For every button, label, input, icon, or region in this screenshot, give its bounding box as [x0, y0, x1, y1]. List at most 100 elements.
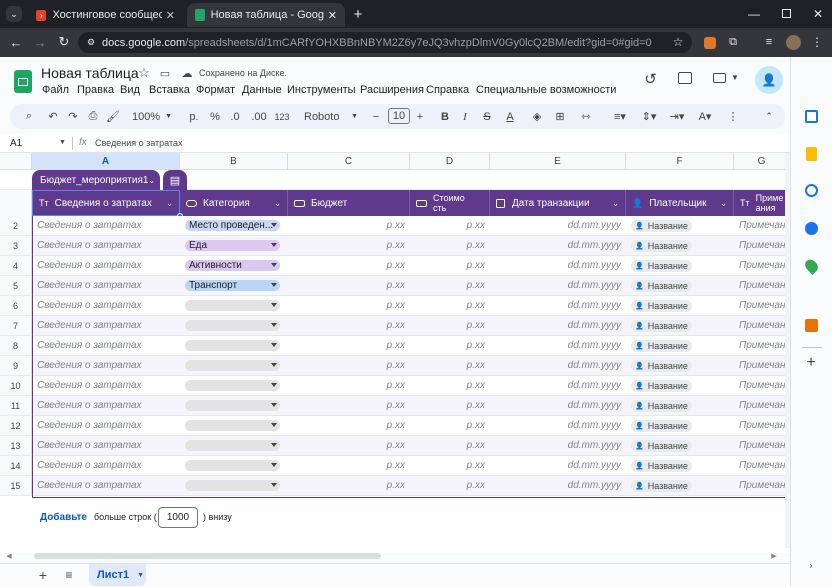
- row-header[interactable]: 9: [0, 356, 32, 376]
- transaction-date-cell[interactable]: dd.mm.yyyy: [490, 316, 626, 336]
- cost-cell[interactable]: р.хх: [410, 316, 490, 336]
- row-header[interactable]: 3: [0, 236, 32, 256]
- cost-cell[interactable]: р.хх: [410, 376, 490, 396]
- add-rows-button[interactable]: Добавьте: [40, 512, 87, 523]
- notes-cell[interactable]: Примечани: [734, 256, 790, 276]
- category-cell[interactable]: Активности: [180, 256, 288, 276]
- expense-details-cell[interactable]: Сведения о затратах: [32, 296, 180, 316]
- person-chip[interactable]: 👤 Название: [631, 379, 692, 392]
- menu-data[interactable]: Данные: [242, 84, 282, 96]
- person-chip[interactable]: 👤 Название: [631, 319, 692, 332]
- category-cell[interactable]: Место проведен...: [180, 216, 288, 236]
- browser-tab-active[interactable]: Новая таблица - Google Табли ✕: [187, 3, 345, 27]
- category-cell[interactable]: [180, 476, 288, 496]
- payer-cell[interactable]: 👤 Название: [626, 396, 734, 416]
- payer-cell[interactable]: 👤 Название: [626, 316, 734, 336]
- payer-cell[interactable]: 👤 Название: [626, 436, 734, 456]
- media-controls-icon[interactable]: ≡: [762, 35, 776, 49]
- row-header[interactable]: 11: [0, 396, 32, 416]
- column-header-a[interactable]: A: [32, 153, 180, 170]
- transaction-date-cell[interactable]: dd.mm.yyyy: [490, 476, 626, 496]
- chevron-down-icon[interactable]: ▼: [137, 572, 144, 579]
- back-icon[interactable]: ←: [8, 34, 24, 50]
- expense-details-cell[interactable]: Сведения о затратах: [32, 456, 180, 476]
- formula-input[interactable]: Сведения о затратах: [95, 138, 695, 148]
- meet-camera-icon[interactable]: [713, 73, 726, 83]
- print-icon[interactable]: ⎙: [86, 109, 100, 124]
- category-chip[interactable]: Место проведен...: [185, 220, 280, 231]
- cost-cell[interactable]: р.хх: [410, 396, 490, 416]
- close-tab-icon[interactable]: ✕: [328, 9, 337, 22]
- budget-cell[interactable]: р.хх: [288, 356, 410, 376]
- collapse-toolbar-icon[interactable]: ⌃: [762, 109, 776, 124]
- reload-icon[interactable]: ↻: [56, 34, 72, 50]
- redo-icon[interactable]: ↷: [66, 109, 80, 124]
- column-header-f[interactable]: F: [626, 153, 734, 170]
- row-header[interactable]: 7: [0, 316, 32, 336]
- category-cell[interactable]: [180, 416, 288, 436]
- person-chip[interactable]: 👤 Название: [631, 259, 692, 272]
- contacts-app-icon[interactable]: [805, 222, 818, 235]
- budget-cell[interactable]: р.хх: [288, 436, 410, 456]
- doc-title[interactable]: Новая таблица: [41, 65, 139, 81]
- extensions-puzzle-icon[interactable]: ⧉: [726, 35, 740, 49]
- category-chip[interactable]: [185, 340, 280, 351]
- chevron-down-icon[interactable]: ⌄: [720, 199, 727, 208]
- profile-avatar[interactable]: [786, 35, 801, 50]
- category-chip[interactable]: [185, 400, 280, 411]
- cost-cell[interactable]: р.хх: [410, 356, 490, 376]
- scroll-left-icon[interactable]: ◀: [4, 551, 14, 561]
- transaction-date-cell[interactable]: dd.mm.yyyy: [490, 296, 626, 316]
- chevron-down-icon[interactable]: ⌄: [274, 199, 281, 208]
- more-options-icon[interactable]: ⋮: [726, 109, 740, 124]
- person-chip[interactable]: 👤 Название: [631, 299, 692, 312]
- category-cell[interactable]: [180, 396, 288, 416]
- share-add-person-icon[interactable]: 👤: [755, 66, 783, 94]
- person-chip[interactable]: 👤 Название: [631, 439, 692, 452]
- tab-search-icon[interactable]: ⌄: [6, 6, 22, 22]
- borders-icon[interactable]: ⊞: [553, 109, 567, 124]
- meet-dropdown-icon[interactable]: ▼: [730, 71, 740, 83]
- sheet-tab[interactable]: Лист1 ▼: [89, 564, 146, 586]
- category-chip[interactable]: Активности: [185, 260, 280, 271]
- expense-details-cell[interactable]: Сведения о затратах: [32, 396, 180, 416]
- category-chip[interactable]: [185, 380, 280, 391]
- get-addons-icon[interactable]: +: [803, 354, 819, 371]
- category-chip[interactable]: [185, 360, 280, 371]
- payer-cell[interactable]: 👤 Название: [626, 376, 734, 396]
- menu-edit[interactable]: Правка: [77, 84, 114, 96]
- header-cell-a[interactable]: Тт Сведения о затратах ⌄: [32, 190, 180, 216]
- text-rotation-icon[interactable]: A▾: [694, 109, 716, 124]
- cost-cell[interactable]: р.хх: [410, 336, 490, 356]
- transaction-date-cell[interactable]: dd.mm.yyyy: [490, 376, 626, 396]
- notes-cell[interactable]: Примечани: [734, 336, 790, 356]
- fill-color-icon[interactable]: ◈: [530, 109, 544, 124]
- cost-cell[interactable]: р.хх: [410, 216, 490, 236]
- transaction-date-cell[interactable]: dd.mm.yyyy: [490, 216, 626, 236]
- text-color-icon[interactable]: A: [503, 109, 517, 124]
- text-wrapping-icon[interactable]: ⇥▾: [666, 109, 688, 124]
- budget-cell[interactable]: р.хх: [288, 276, 410, 296]
- forward-icon[interactable]: →: [32, 34, 48, 50]
- row-header[interactable]: 8: [0, 336, 32, 356]
- person-chip[interactable]: 👤 Название: [631, 219, 692, 232]
- tasks-app-icon[interactable]: [805, 184, 818, 197]
- category-chip[interactable]: [185, 460, 280, 471]
- select-all-corner[interactable]: [0, 153, 32, 170]
- header-cell-e[interactable]: Дата транзакции ⌄: [490, 190, 626, 216]
- table-view-icon[interactable]: ▤: [163, 170, 187, 190]
- transaction-date-cell[interactable]: dd.mm.yyyy: [490, 436, 626, 456]
- header-cell-d[interactable]: Стоимо сть: [410, 190, 490, 216]
- transaction-date-cell[interactable]: dd.mm.yyyy: [490, 236, 626, 256]
- transaction-date-cell[interactable]: dd.mm.yyyy: [490, 396, 626, 416]
- notes-cell[interactable]: Примечани: [734, 376, 790, 396]
- notes-cell[interactable]: Примечани: [734, 276, 790, 296]
- italic-icon[interactable]: I: [458, 109, 472, 124]
- menu-extensions[interactable]: Расширения: [360, 84, 424, 96]
- notes-cell[interactable]: Примечани: [734, 236, 790, 256]
- paint-format-icon[interactable]: 🖌: [106, 109, 120, 124]
- category-chip[interactable]: [185, 300, 280, 311]
- expense-details-cell[interactable]: Сведения о затратах: [32, 356, 180, 376]
- expense-details-cell[interactable]: Сведения о затратах: [32, 376, 180, 396]
- budget-cell[interactable]: р.хх: [288, 336, 410, 356]
